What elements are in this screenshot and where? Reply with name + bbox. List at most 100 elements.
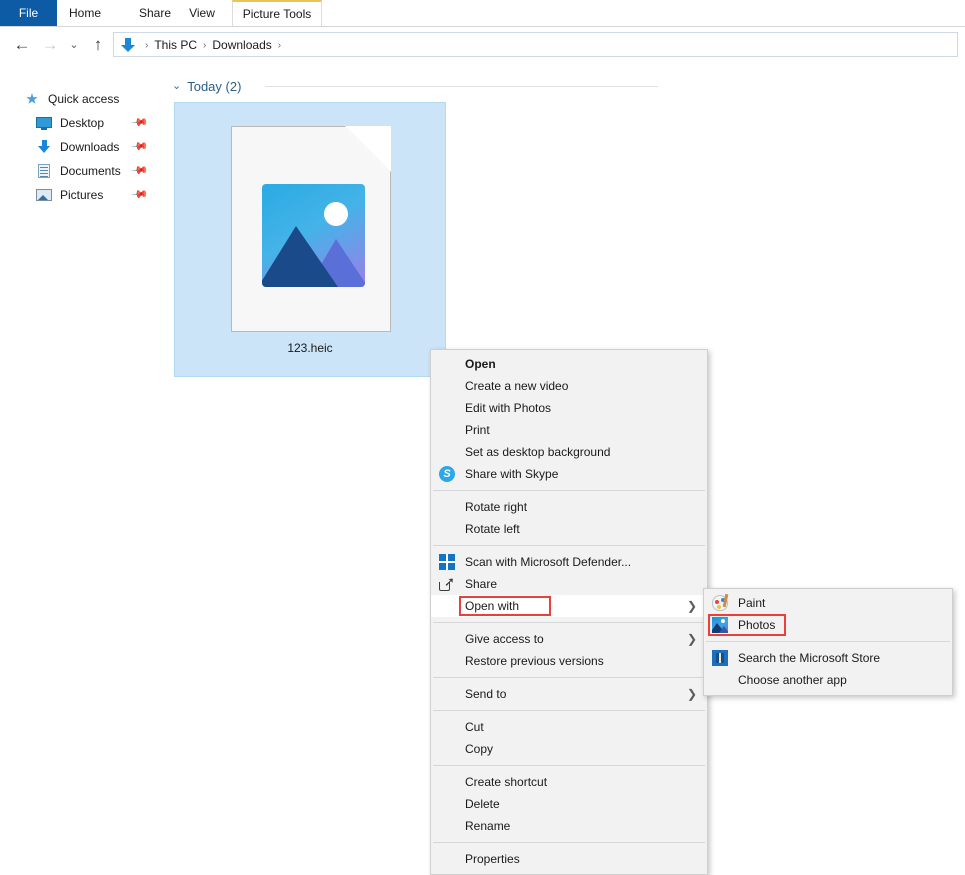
sidebar-item-downloads[interactable]: Downloads 📌 bbox=[0, 135, 165, 159]
menu-item-share[interactable]: ➚ Share bbox=[431, 573, 707, 595]
menu-item-rotate-left[interactable]: Rotate left bbox=[431, 518, 707, 540]
pin-icon[interactable]: 📌 bbox=[131, 137, 150, 156]
up-icon[interactable]: ↑ bbox=[88, 35, 108, 55]
sidebar-item-label: Documents bbox=[60, 164, 121, 178]
pin-icon[interactable]: 📌 bbox=[131, 185, 150, 204]
submenu-item-paint[interactable]: Paint bbox=[704, 592, 952, 614]
menu-item-label: Share with Skype bbox=[465, 467, 559, 481]
menu-item-label: Paint bbox=[738, 596, 766, 610]
submenu-item-choose-another-app[interactable]: Choose another app bbox=[704, 669, 952, 691]
sidebar-item-label: Downloads bbox=[60, 140, 120, 154]
menu-item-share-with-skype[interactable]: S Share with Skype bbox=[431, 463, 707, 485]
menu-item-label: Rotate right bbox=[465, 500, 528, 514]
menu-item-label: Create shortcut bbox=[465, 775, 548, 789]
tab-home[interactable]: Home bbox=[62, 0, 108, 26]
chevron-right-icon: ❯ bbox=[686, 599, 697, 613]
context-menu: Open Create a new video Edit with Photos… bbox=[430, 349, 708, 875]
sidebar-item-pictures[interactable]: Pictures 📌 bbox=[0, 183, 165, 207]
chevron-right-icon: ❯ bbox=[686, 687, 697, 701]
desktop-icon bbox=[36, 115, 52, 131]
menu-item-label: Create a new video bbox=[465, 379, 569, 393]
menu-item-cut[interactable]: Cut bbox=[431, 716, 707, 738]
menu-item-delete[interactable]: Delete bbox=[431, 793, 707, 815]
sidebar-item-desktop[interactable]: Desktop 📌 bbox=[0, 111, 165, 135]
share-icon: ➚ bbox=[439, 575, 455, 592]
menu-separator bbox=[433, 622, 705, 623]
menu-separator bbox=[433, 842, 705, 843]
pin-icon[interactable]: 📌 bbox=[131, 161, 150, 180]
menu-item-label: Properties bbox=[465, 852, 520, 866]
back-icon[interactable]: ← bbox=[12, 35, 32, 55]
documents-icon bbox=[36, 163, 52, 179]
menu-item-edit-with-photos[interactable]: Edit with Photos bbox=[431, 397, 707, 419]
pictures-icon bbox=[36, 187, 52, 203]
menu-item-label: Delete bbox=[465, 797, 500, 811]
menu-item-label: Open with bbox=[465, 599, 520, 613]
chevron-right-icon: ❯ bbox=[686, 632, 697, 646]
menu-item-create-a-new-video[interactable]: Create a new video bbox=[431, 375, 707, 397]
menu-separator bbox=[433, 710, 705, 711]
group-header-today[interactable]: ⌄ Today (2) bbox=[172, 77, 241, 95]
group-header-rule bbox=[265, 86, 658, 87]
tab-file[interactable]: File bbox=[0, 0, 57, 26]
menu-separator bbox=[433, 490, 705, 491]
submenu-item-search-the-microsoft-store[interactable]: Search the Microsoft Store bbox=[704, 647, 952, 669]
menu-item-label: Give access to bbox=[465, 632, 544, 646]
menu-item-open-with[interactable]: Open with ❯ bbox=[431, 595, 707, 617]
menu-item-send-to[interactable]: Send to ❯ bbox=[431, 683, 707, 705]
photos-icon bbox=[712, 617, 728, 633]
menu-item-print[interactable]: Print bbox=[431, 419, 707, 441]
tab-view[interactable]: View bbox=[182, 0, 222, 26]
downloads-icon bbox=[120, 37, 136, 53]
menu-item-label: Cut bbox=[465, 720, 484, 734]
menu-separator bbox=[433, 545, 705, 546]
menu-item-rename[interactable]: Rename bbox=[431, 815, 707, 837]
store-icon bbox=[712, 650, 728, 666]
sidebar-item-documents[interactable]: Documents 📌 bbox=[0, 159, 165, 183]
breadcrumb-this-pc[interactable]: This PC bbox=[154, 38, 197, 52]
forward-icon[interactable]: → bbox=[40, 35, 60, 55]
menu-item-label: Set as desktop background bbox=[465, 445, 611, 459]
breadcrumb-separator-2[interactable]: › bbox=[278, 40, 281, 51]
menu-item-label: Choose another app bbox=[738, 673, 847, 687]
menu-item-label: Photos bbox=[738, 618, 776, 632]
pin-icon[interactable]: 📌 bbox=[131, 113, 150, 132]
menu-item-scan-with-microsoft-defender[interactable]: Scan with Microsoft Defender... bbox=[431, 551, 707, 573]
menu-item-give-access-to[interactable]: Give access to ❯ bbox=[431, 628, 707, 650]
menu-item-set-as-desktop-background[interactable]: Set as desktop background bbox=[431, 441, 707, 463]
picture-glyph-icon bbox=[262, 184, 365, 287]
paint-icon bbox=[712, 595, 728, 611]
menu-item-label: Search the Microsoft Store bbox=[738, 651, 881, 665]
mountain-front-shape bbox=[262, 226, 338, 287]
group-header-label: Today (2) bbox=[187, 78, 242, 94]
menu-item-open[interactable]: Open bbox=[431, 353, 707, 375]
sidebar-item-label: Desktop bbox=[60, 116, 105, 130]
menu-item-label: Edit with Photos bbox=[465, 401, 552, 415]
submenu-item-photos[interactable]: Photos bbox=[704, 614, 952, 636]
defender-icon bbox=[439, 554, 455, 570]
sidebar-item-label: Pictures bbox=[60, 188, 104, 202]
menu-item-copy[interactable]: Copy bbox=[431, 738, 707, 760]
menu-item-restore-previous-versions[interactable]: Restore previous versions bbox=[431, 650, 707, 672]
tab-picture-tools[interactable]: Picture Tools bbox=[232, 0, 322, 26]
menu-item-create-shortcut[interactable]: Create shortcut bbox=[431, 771, 707, 793]
skype-icon: S bbox=[439, 466, 455, 482]
file-item-123-heic[interactable]: 123.heic bbox=[174, 102, 446, 377]
menu-item-rotate-right[interactable]: Rotate right bbox=[431, 496, 707, 518]
ribbon-tab-strip: File Home Share View Picture Tools bbox=[0, 0, 965, 27]
menu-separator bbox=[706, 641, 950, 642]
menu-item-label: Copy bbox=[465, 742, 494, 756]
downloads-icon bbox=[36, 139, 52, 155]
chevron-down-icon[interactable]: ⌄ bbox=[64, 35, 84, 55]
menu-item-label: Send to bbox=[465, 687, 507, 701]
menu-item-label: Rotate left bbox=[465, 522, 520, 536]
sidebar-item-quick-access[interactable]: Quick access bbox=[0, 87, 165, 111]
breadcrumb-downloads[interactable]: Downloads bbox=[212, 38, 271, 52]
image-file-thumbnail bbox=[231, 126, 391, 332]
breadcrumb-separator-0[interactable]: › bbox=[145, 40, 148, 51]
tab-share[interactable]: Share bbox=[132, 0, 178, 26]
menu-separator bbox=[433, 677, 705, 678]
menu-item-properties[interactable]: Properties bbox=[431, 848, 707, 870]
chevron-down-icon[interactable]: ⌄ bbox=[172, 77, 181, 95]
breadcrumb-separator-1[interactable]: › bbox=[203, 40, 206, 51]
